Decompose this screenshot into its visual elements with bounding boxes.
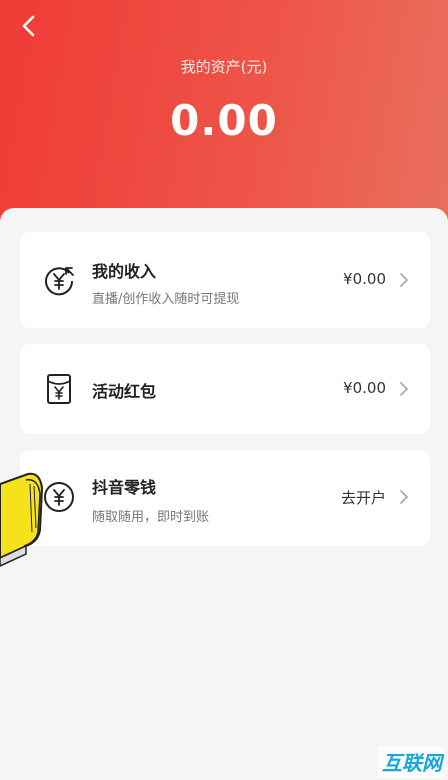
red-envelope-icon bbox=[47, 374, 71, 404]
income-card[interactable]: 我的收入 直播/创作收入随时可提现 ¥0.00 bbox=[20, 232, 430, 328]
assets-label: 我的资产(元) bbox=[180, 58, 268, 76]
income-subtitle: 直播/创作收入随时可提现 bbox=[92, 292, 240, 307]
chevron-right-icon bbox=[400, 273, 408, 287]
douyin-wallet-subtitle: 随取随用，即时到账 bbox=[92, 510, 210, 525]
douyin-wallet-card[interactable]: 抖音零钱 随取随用，即时到账 去开户 bbox=[20, 450, 430, 546]
chevron-right-icon bbox=[400, 382, 408, 396]
svg-text:互联网: 互联网 bbox=[382, 751, 444, 775]
back-arrow-icon[interactable] bbox=[16, 12, 44, 40]
watermark-logo-icon: 互联网 bbox=[378, 746, 444, 778]
douyin-wallet-title: 抖音零钱 bbox=[92, 478, 157, 497]
red-envelope-title: 活动红包 bbox=[92, 382, 157, 401]
income-title: 我的收入 bbox=[92, 262, 157, 281]
coin-decoration-icon bbox=[0, 472, 44, 567]
income-amount: ¥0.00 bbox=[343, 270, 386, 288]
assets-value: 0.00 bbox=[170, 96, 278, 145]
open-account-label: 去开户 bbox=[340, 489, 386, 507]
red-envelope-amount: ¥0.00 bbox=[343, 379, 386, 397]
header: 我的资产(元) 0.00 bbox=[0, 0, 448, 240]
chevron-right-icon bbox=[400, 490, 408, 504]
yuan-income-icon bbox=[45, 267, 74, 296]
content-sheet: 我的收入 直播/创作收入随时可提现 ¥0.00 活动红包 ¥0.00 抖音零钱 … bbox=[0, 208, 448, 780]
red-envelope-card[interactable]: 活动红包 ¥0.00 bbox=[20, 344, 430, 434]
